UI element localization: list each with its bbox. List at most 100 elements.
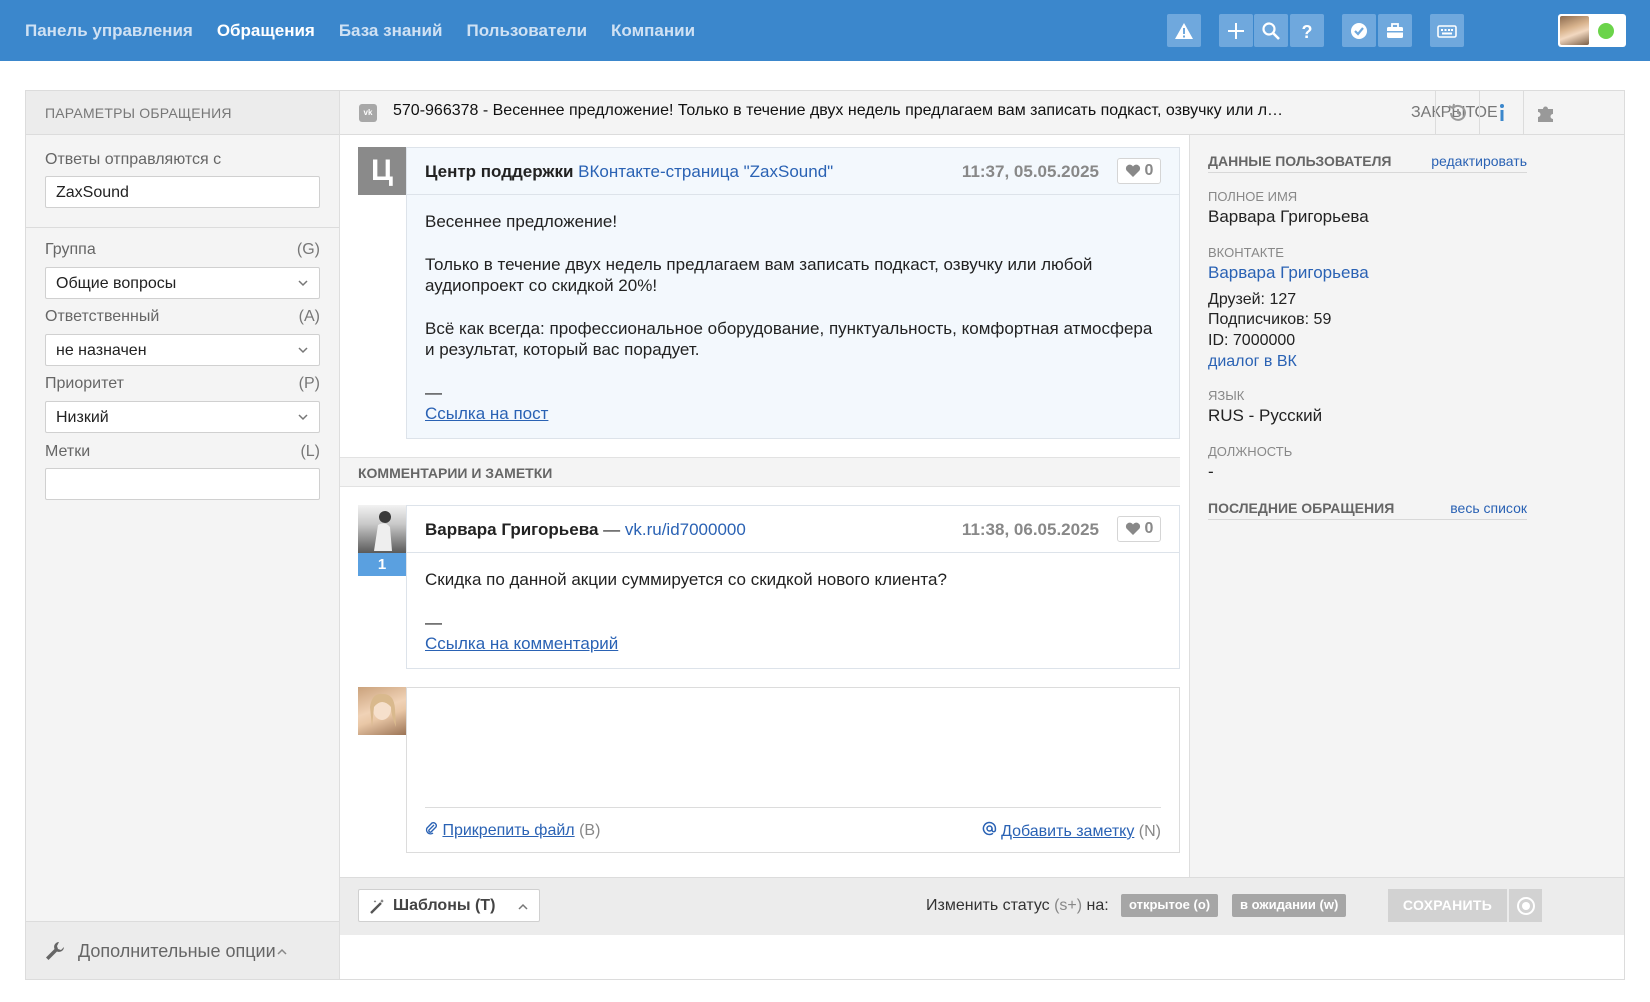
reply-text-area[interactable]: [407, 688, 1179, 806]
keyboard-button[interactable]: [1430, 14, 1464, 47]
top-bar: Панель управления Обращения База знаний …: [0, 0, 1650, 61]
comment-text: Скидка по данной акции суммируется со ск…: [425, 570, 947, 589]
vk-profile-link[interactable]: Варвара Григорьева: [1208, 263, 1369, 283]
tags-input[interactable]: [45, 468, 320, 500]
like-count: 0: [1144, 162, 1154, 179]
chevron-down-icon: [298, 280, 308, 287]
chevron-up-icon: [277, 948, 287, 955]
reply-from-field[interactable]: ZaxSound: [45, 176, 320, 208]
main-nav: Панель управления Обращения База знаний …: [25, 0, 695, 61]
nav-companies[interactable]: Компании: [611, 21, 695, 41]
group-shortcut: (G): [296, 241, 320, 258]
add-note-link[interactable]: Добавить заметку: [1001, 823, 1134, 840]
save-options-button[interactable]: [1509, 889, 1542, 922]
templates-button[interactable]: Шаблоны (T): [358, 889, 540, 922]
keyboard-icon: [1437, 24, 1457, 38]
avatar: [358, 505, 406, 553]
post-paragraph: Всё как всегда: профессиональное оборудо…: [425, 318, 1153, 360]
tags-shortcut: (L): [300, 443, 320, 460]
reply-from-label: Ответы отправляются с: [45, 151, 222, 168]
conversation-area: Ц Центр поддержки ВКонтакте-страница "Za…: [340, 135, 1220, 921]
language-value: RUS - Русский: [1208, 406, 1323, 425]
edit-user-link[interactable]: редактировать: [1431, 153, 1527, 169]
additional-options-label: Дополнительные опции: [78, 941, 276, 961]
user-info-panel: ДАННЫЕ ПОЛЬЗОВАТЕЛЯ редактировать ПОЛНОЕ…: [1189, 135, 1624, 921]
warning-button[interactable]: [1167, 14, 1201, 47]
change-status-label: Изменить статус (s+) на:: [926, 897, 1109, 915]
group-select-value: Общие вопросы: [56, 275, 177, 292]
post-source-link[interactable]: ВКонтакте-страница "ZaxSound": [578, 162, 833, 181]
plus-icon: [1228, 22, 1244, 39]
svg-text:?: ?: [1302, 22, 1313, 41]
comment-link[interactable]: Ссылка на комментарий: [425, 634, 618, 653]
change-status-suffix: на:: [1086, 897, 1109, 914]
recent-tickets-section-title: ПОСЛЕДНИЕ ОБРАЩЕНИЯ весь список: [1208, 500, 1527, 520]
like-button[interactable]: 0: [1117, 158, 1161, 184]
paperclip-icon: [425, 822, 437, 835]
avatar: Ц: [358, 147, 406, 195]
info-button[interactable]: [1479, 91, 1523, 134]
divider: [425, 807, 1161, 808]
attach-file-shortcut: (B): [579, 822, 601, 839]
comment-profile-link[interactable]: vk.ru/id7000000: [625, 520, 746, 539]
nav-dashboard[interactable]: Панель управления: [25, 21, 193, 41]
online-status-indicator: [1598, 23, 1614, 39]
chevron-up-icon: [518, 903, 528, 910]
ticket-workspace: ПАРАМЕТРЫ ОБРАЩЕНИЯ Ответы отправляются …: [25, 90, 1625, 980]
briefcase-button[interactable]: [1378, 14, 1412, 47]
additional-options-toggle[interactable]: Дополнительные опции: [26, 921, 339, 979]
status-open-button[interactable]: открытое (o): [1121, 894, 1219, 917]
all-tickets-link[interactable]: весь список: [1450, 500, 1527, 516]
vk-dialog-link[interactable]: диалог в ВК: [1208, 351, 1297, 372]
at-icon: [982, 821, 996, 836]
priority-select-value: Низкий: [56, 409, 109, 426]
fullname-label: ПОЛНОЕ ИМЯ: [1208, 189, 1298, 204]
history-button[interactable]: [1435, 91, 1479, 134]
divider: [26, 227, 339, 228]
comment-time: 11:38, 06.05.2025: [961, 520, 1099, 539]
nav-users[interactable]: Пользователи: [466, 21, 587, 41]
post-time: 11:37, 05.05.2025: [961, 162, 1099, 181]
magic-wand-icon: [370, 899, 384, 914]
help-button[interactable]: ?: [1290, 14, 1324, 47]
status-waiting-button[interactable]: в ожидании (w): [1232, 894, 1347, 917]
reply-box: Прикрепить файл (B) Добавить заметку (N): [406, 687, 1180, 853]
comment-separator: —: [598, 520, 625, 539]
profile-menu[interactable]: [1558, 14, 1626, 47]
warning-icon: [1175, 22, 1193, 39]
post-link[interactable]: Ссылка на пост: [425, 404, 548, 423]
search-button[interactable]: [1254, 14, 1288, 47]
nav-tickets[interactable]: Обращения: [217, 21, 315, 41]
add-button[interactable]: [1219, 14, 1253, 47]
attach-file-button[interactable]: Прикрепить файл (B): [425, 821, 600, 840]
comment-body: Скидка по данной акции суммируется со ск…: [406, 552, 1180, 669]
verified-button[interactable]: [1342, 14, 1376, 47]
add-note-button[interactable]: Добавить заметку (N): [982, 821, 1161, 841]
attach-file-link[interactable]: Прикрепить файл: [442, 822, 574, 839]
language-label: ЯЗЫК: [1208, 388, 1245, 403]
comment-author: Варвара Григорьева: [425, 520, 599, 539]
templates-label: Шаблоны (T): [393, 897, 496, 914]
avatar-image: [370, 693, 396, 727]
post-paragraph: Только в течение двух недель предлагаем …: [425, 254, 1093, 296]
panel-title: ПАРАМЕТРЫ ОБРАЩЕНИЯ: [26, 91, 339, 135]
heart-icon: [1125, 164, 1140, 177]
plugins-button[interactable]: [1523, 91, 1567, 134]
ticket-params-panel: ПАРАМЕТРЫ ОБРАЩЕНИЯ Ответы отправляются …: [26, 91, 340, 979]
comment-number-badge: 1: [358, 553, 406, 576]
nav-knowledge-base[interactable]: База знаний: [339, 21, 443, 41]
vk-source-icon: vk: [359, 104, 377, 122]
group-select[interactable]: Общие вопросы: [45, 267, 320, 299]
section-title: ПОСЛЕДНИЕ ОБРАЩЕНИЯ: [1208, 500, 1395, 516]
change-status-text: Изменить статус: [926, 897, 1050, 914]
help-icon: ?: [1302, 22, 1313, 41]
save-button[interactable]: СОХРАНИТЬ: [1388, 889, 1507, 922]
puzzle-icon: [1537, 106, 1553, 122]
chevron-down-icon: [298, 347, 308, 354]
priority-select[interactable]: Низкий: [45, 401, 320, 433]
comment-item: 1 Варвара Григорьева — vk.ru/id7000000 1…: [358, 505, 1180, 669]
like-button[interactable]: 0: [1117, 516, 1161, 542]
assignee-select[interactable]: не назначен: [45, 334, 320, 366]
comment-header: Варвара Григорьева — vk.ru/id7000000 11:…: [406, 505, 1180, 553]
ticket-title: 570-966378 - Весеннее предложение! Тольк…: [393, 102, 1293, 119]
